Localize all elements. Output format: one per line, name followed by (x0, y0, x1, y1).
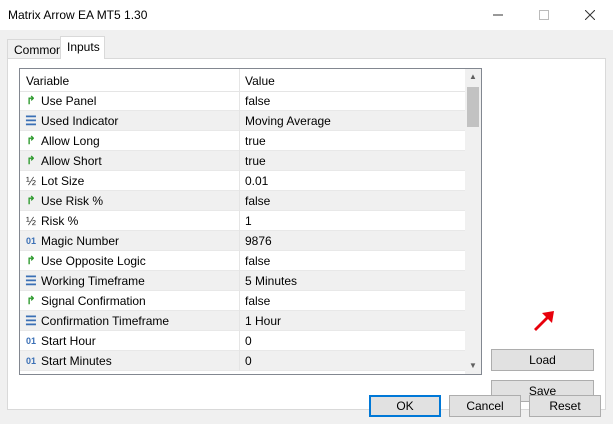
minimize-button[interactable] (475, 0, 521, 30)
num-type-icon: 01 (25, 356, 36, 366)
maximize-icon (539, 10, 549, 20)
variable-name: Use Risk % (41, 194, 104, 208)
variable-value[interactable]: false (245, 254, 270, 268)
variable-name: Use Opposite Logic (41, 254, 146, 268)
column-divider (239, 311, 240, 331)
variable-value[interactable]: false (245, 94, 270, 108)
header-divider[interactable] (239, 69, 240, 91)
cancel-button[interactable]: Cancel (449, 395, 521, 417)
table-row[interactable]: ½ Lot Size 0.01 (20, 171, 465, 191)
num-type-icon: 01 (25, 236, 36, 246)
vertical-scrollbar[interactable]: ▲ ▼ (465, 69, 481, 374)
variable-value[interactable]: true (245, 154, 266, 168)
variable-value[interactable]: 5 Minutes (245, 274, 297, 288)
header-value[interactable]: Value (245, 74, 275, 88)
variable-name: Allow Long (41, 134, 100, 148)
list-type-icon: ☰ (25, 113, 37, 128)
list-type-icon: ☰ (25, 273, 37, 288)
close-button[interactable] (567, 0, 613, 30)
arrow-type-icon: ↱ (26, 135, 36, 147)
column-divider (239, 331, 240, 351)
variable-name: Lot Size (41, 174, 85, 188)
tab-common[interactable]: Common (7, 39, 63, 59)
table-row[interactable]: ↱ Use Panel false (20, 91, 465, 111)
variable-value[interactable]: 9876 (245, 234, 272, 248)
table-row[interactable]: ☰ Confirmation Timeframe 1 Hour (20, 311, 465, 331)
column-divider (239, 91, 240, 111)
title-bar: Matrix Arrow EA MT5 1.30 (0, 0, 613, 30)
table-row[interactable]: ☰ Working Timeframe 5 Minutes (20, 271, 465, 291)
table-row[interactable]: ☰ Used Indicator Moving Average (20, 111, 465, 131)
column-divider (239, 231, 240, 251)
num-type-icon: 01 (25, 336, 36, 346)
column-divider (239, 251, 240, 271)
minimize-icon (493, 14, 503, 16)
variable-name: Use Panel (41, 94, 97, 108)
arrow-type-icon: ↱ (26, 295, 36, 307)
variable-value[interactable]: 1 Hour (245, 314, 281, 328)
variable-name: Start Hour (41, 334, 96, 348)
column-divider (239, 271, 240, 291)
inputs-grid: Variable Value ↱ Use Panel false ☰ Used Indi… (19, 68, 482, 375)
table-row[interactable]: 01 Start Minutes 0 (20, 351, 465, 371)
table-row[interactable]: ½ Risk % 1 (20, 211, 465, 231)
variable-name: Working Timeframe (41, 274, 145, 288)
tab-inputs[interactable]: Inputs (60, 36, 105, 59)
load-button[interactable]: Load (491, 349, 594, 371)
variable-name: Confirmation Timeframe (41, 314, 170, 328)
scroll-down-icon[interactable]: ▼ (465, 358, 481, 374)
column-divider (239, 111, 240, 131)
frac-type-icon: ½ (25, 214, 36, 228)
reset-button[interactable]: Reset (529, 395, 601, 417)
column-divider (239, 171, 240, 191)
table-row[interactable]: ↱ Use Risk % false (20, 191, 465, 211)
table-row[interactable]: ↱ Allow Long true (20, 131, 465, 151)
arrow-type-icon: ↱ (26, 195, 36, 207)
arrow-type-icon: ↱ (26, 95, 36, 107)
ok-button[interactable]: OK (369, 395, 441, 417)
column-divider (239, 351, 240, 371)
variable-value[interactable]: false (245, 194, 270, 208)
header-variable[interactable]: Variable (26, 74, 69, 88)
variable-name: Risk % (41, 214, 79, 228)
grid-header: Variable Value (20, 69, 465, 92)
column-divider (239, 131, 240, 151)
variable-name: Allow Short (41, 154, 102, 168)
variable-name: Magic Number (41, 234, 120, 248)
variable-name: Start Minutes (41, 354, 112, 368)
column-divider (239, 191, 240, 211)
table-row[interactable]: 01 Start Hour 0 (20, 331, 465, 351)
red-arrow-icon (534, 311, 554, 331)
grid-rows: ↱ Use Panel false ☰ Used Indicator Moving Ave… (20, 91, 465, 371)
column-divider (239, 211, 240, 231)
variable-value[interactable]: true (245, 134, 266, 148)
dialog-body: Common Inputs Variable Value ↱ Use Panel f… (0, 30, 613, 424)
frac-type-icon: ½ (25, 174, 36, 188)
table-row[interactable]: ↱ Allow Short true (20, 151, 465, 171)
column-divider (239, 291, 240, 311)
scroll-up-icon[interactable]: ▲ (465, 69, 481, 85)
close-icon (585, 10, 595, 20)
window-title: Matrix Arrow EA MT5 1.30 (8, 8, 148, 22)
variable-name: Used Indicator (41, 114, 119, 128)
column-divider (239, 151, 240, 171)
table-row[interactable]: 01 Magic Number 9876 (20, 231, 465, 251)
variable-value[interactable]: 0 (245, 334, 252, 348)
variable-value[interactable]: 1 (245, 214, 252, 228)
table-row[interactable]: ↱ Use Opposite Logic false (20, 251, 465, 271)
table-row[interactable]: ↱ Signal Confirmation false (20, 291, 465, 311)
scroll-thumb[interactable] (467, 87, 479, 127)
list-type-icon: ☰ (25, 313, 37, 328)
variable-value[interactable]: false (245, 294, 270, 308)
arrow-type-icon: ↱ (26, 255, 36, 267)
arrow-type-icon: ↱ (26, 155, 36, 167)
variable-value[interactable]: 0.01 (245, 174, 268, 188)
inputs-panel: Variable Value ↱ Use Panel false ☰ Used Indi… (7, 58, 606, 410)
variable-value[interactable]: 0 (245, 354, 252, 368)
variable-name: Signal Confirmation (41, 294, 146, 308)
maximize-button[interactable] (521, 0, 567, 30)
variable-value[interactable]: Moving Average (245, 114, 331, 128)
